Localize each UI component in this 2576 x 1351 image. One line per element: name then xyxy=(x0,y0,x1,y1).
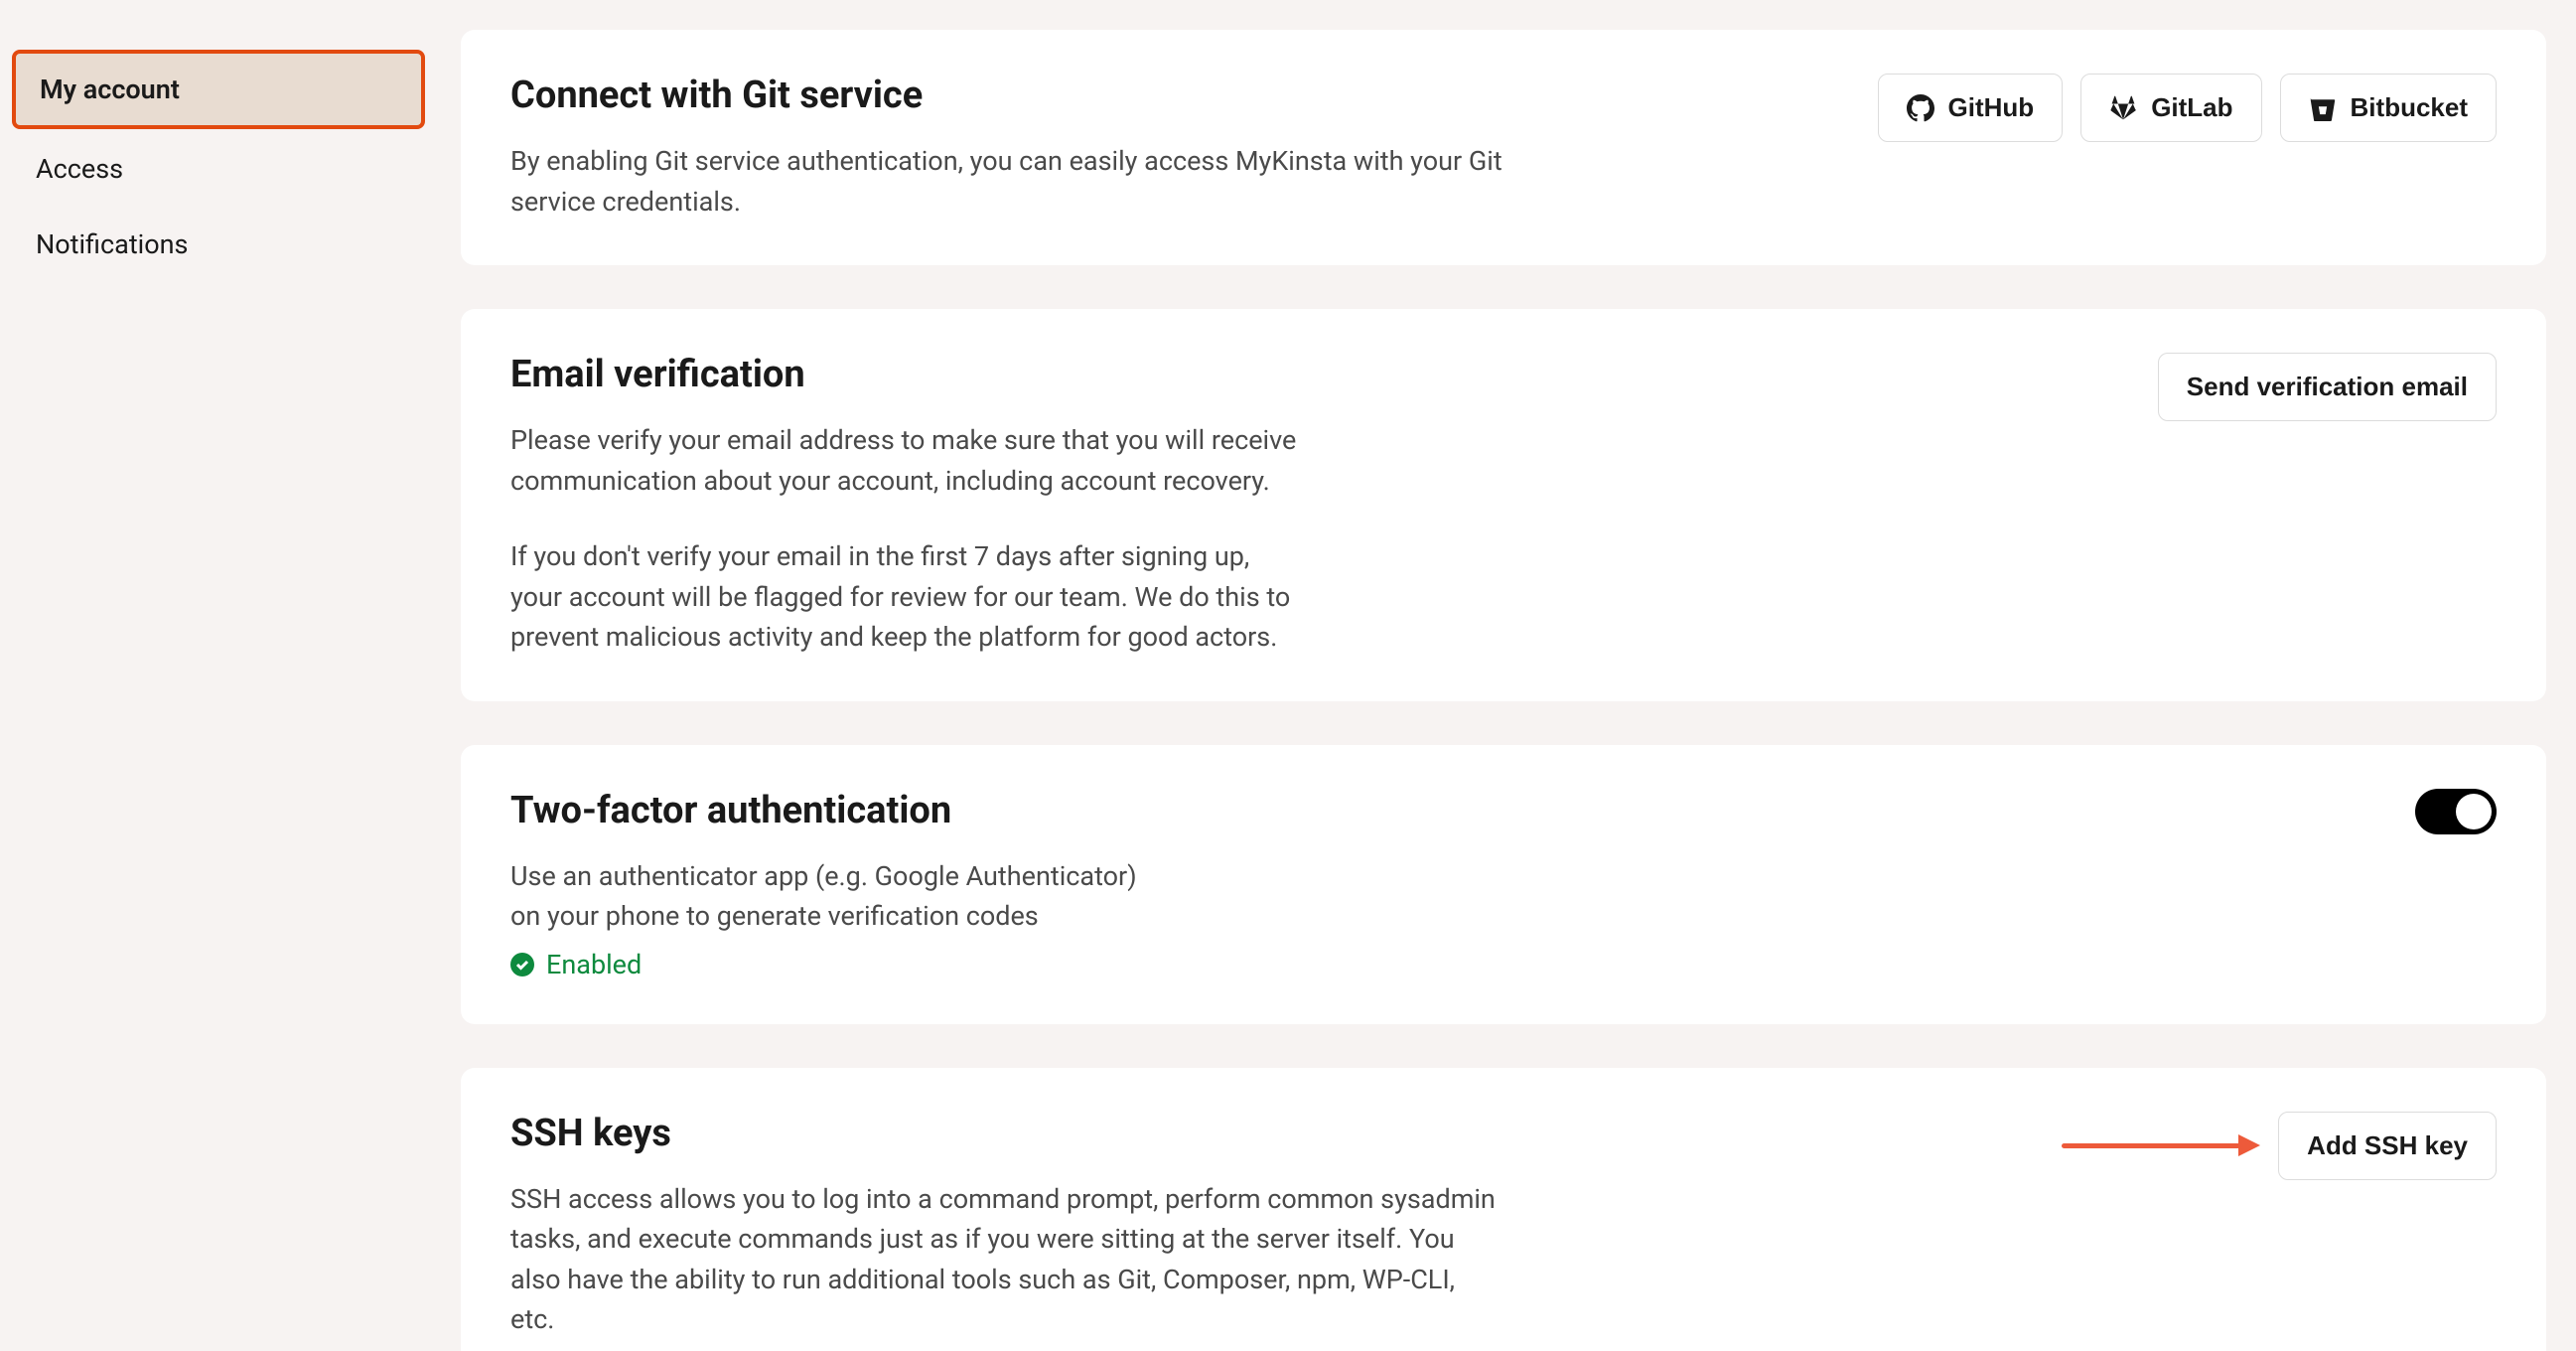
add-ssh-key-button[interactable]: Add SSH key xyxy=(2278,1112,2497,1180)
bitbucket-button[interactable]: Bitbucket xyxy=(2280,74,2497,142)
github-button[interactable]: GitHub xyxy=(1878,74,2064,142)
button-label: GitLab xyxy=(2151,92,2232,123)
gitlab-icon xyxy=(2109,94,2137,122)
sidebar-item-my-account[interactable]: My account xyxy=(12,50,425,129)
card-title-ssh: SSH keys xyxy=(510,1112,1503,1155)
button-label: GitHub xyxy=(1948,92,2035,123)
check-circle-icon xyxy=(510,953,534,976)
status-enabled: Enabled xyxy=(510,949,1166,980)
sidebar-item-notifications[interactable]: Notifications xyxy=(12,209,425,280)
card-ssh-keys: SSH keys SSH access allows you to log in… xyxy=(461,1068,2546,1351)
card-title-2fa: Two-factor authentication xyxy=(510,789,1166,832)
card-desc-2fa: Use an authenticator app (e.g. Google Au… xyxy=(510,856,1166,937)
card-desc-email-2: If you don't verify your email in the fi… xyxy=(510,536,1305,658)
card-email-verification: Email verification Please verify your em… xyxy=(461,309,2546,701)
card-title-git: Connect with Git service xyxy=(510,74,1503,117)
git-buttons: GitHub GitLab Bitbucket xyxy=(1878,74,2497,142)
card-git-service: Connect with Git service By enabling Git… xyxy=(461,30,2546,265)
main-content: Connect with Git service By enabling Git… xyxy=(437,0,2576,1351)
card-desc-email-1: Please verify your email address to make… xyxy=(510,420,1305,501)
sidebar-item-label: My account xyxy=(40,74,180,105)
github-icon xyxy=(1907,94,1934,122)
card-two-factor: Two-factor authentication Use an authent… xyxy=(461,745,2546,1024)
button-label: Add SSH key xyxy=(2307,1130,2468,1161)
annotation-arrow xyxy=(2062,1140,2260,1150)
button-label: Bitbucket xyxy=(2351,92,2468,123)
bitbucket-icon xyxy=(2309,94,2337,122)
card-desc-git: By enabling Git service authentication, … xyxy=(510,141,1503,222)
two-factor-toggle[interactable] xyxy=(2415,789,2497,834)
card-title-email: Email verification xyxy=(510,353,1305,396)
sidebar-item-label: Notifications xyxy=(36,228,188,260)
sidebar-item-label: Access xyxy=(36,153,123,185)
status-text: Enabled xyxy=(546,949,642,980)
send-verification-email-button[interactable]: Send verification email xyxy=(2158,353,2497,421)
card-desc-ssh: SSH access allows you to log into a comm… xyxy=(510,1179,1503,1340)
sidebar: My account Access Notifications xyxy=(0,0,437,1351)
button-label: Send verification email xyxy=(2187,372,2468,402)
sidebar-item-access[interactable]: Access xyxy=(12,133,425,205)
toggle-knob xyxy=(2456,794,2492,829)
gitlab-button[interactable]: GitLab xyxy=(2080,74,2261,142)
